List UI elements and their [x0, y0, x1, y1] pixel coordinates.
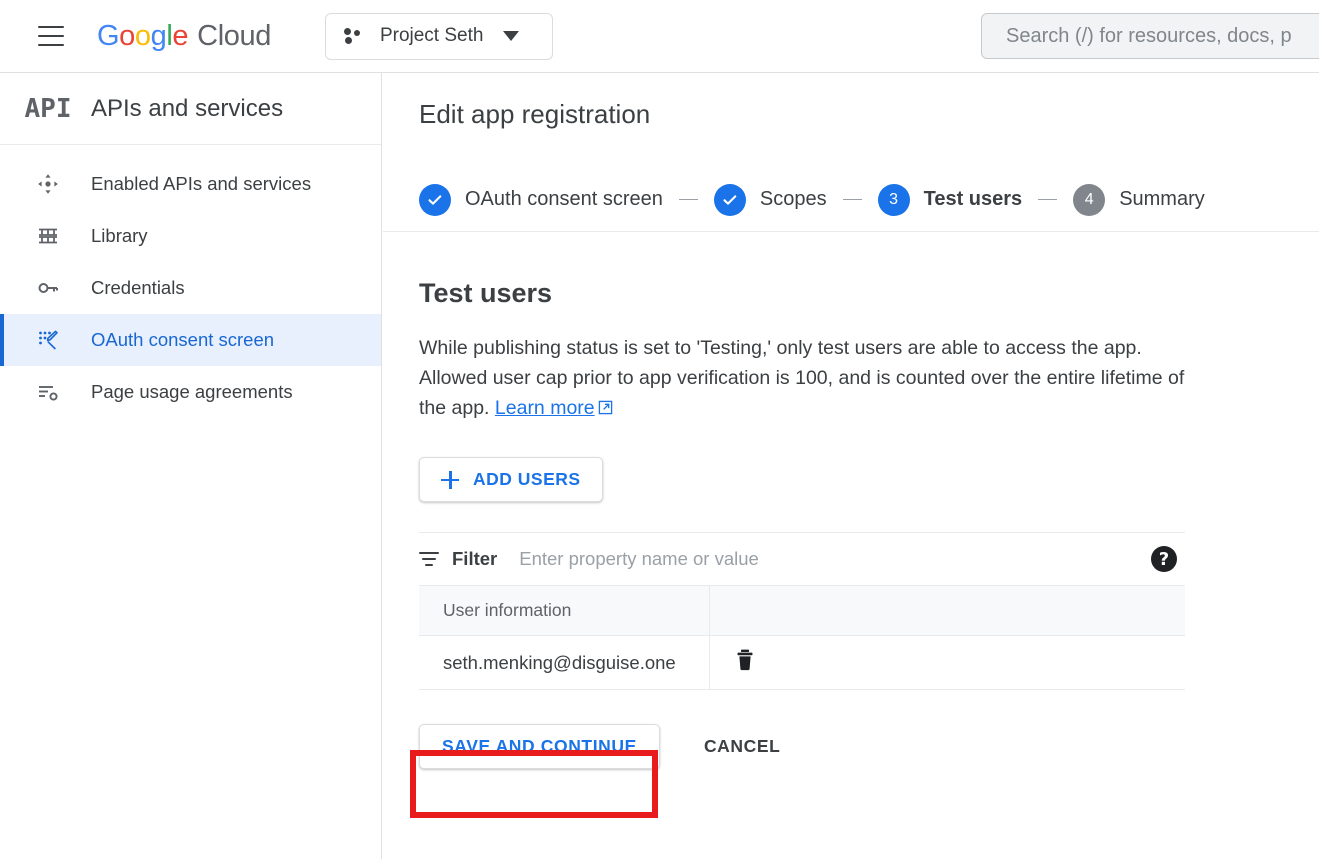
wizard-stepper: OAuth consent screen Scopes 3 Test users…: [383, 168, 1319, 232]
chevron-down-icon: [503, 31, 519, 41]
cell-user-email: seth.menking@disguise.one: [419, 636, 709, 690]
page-title: Edit app registration: [419, 99, 1319, 130]
help-circle-icon[interactable]: ?: [1151, 546, 1177, 572]
project-selector[interactable]: Project Seth: [325, 13, 553, 60]
hamburger-menu-icon[interactable]: [33, 18, 69, 54]
learn-more-label: Learn more: [495, 397, 595, 419]
google-wordmark: Google: [97, 20, 188, 53]
sidebar-item-credentials[interactable]: Credentials: [0, 262, 381, 314]
cloud-wordmark: Cloud: [197, 20, 271, 53]
step-oauth-consent-screen[interactable]: OAuth consent screen: [419, 184, 663, 216]
sidebar-item-page-usage-agreements[interactable]: Page usage agreements: [0, 366, 381, 418]
filter-input[interactable]: [517, 547, 1151, 571]
page-usage-icon: [17, 380, 79, 404]
sidebar: API APIs and services Enabled APIs and s…: [0, 73, 382, 859]
main-content: Edit app registration OAuth consent scre…: [383, 73, 1319, 859]
key-icon: [17, 276, 79, 300]
section-description: While publishing status is set to 'Testi…: [419, 333, 1189, 424]
top-header-bar: Google Cloud Project Seth: [0, 0, 1319, 73]
step-divider: [1038, 199, 1057, 201]
google-cloud-logo[interactable]: Google Cloud: [97, 20, 271, 53]
step-summary[interactable]: 4 Summary: [1073, 184, 1205, 216]
sidebar-item-label: Page usage agreements: [91, 381, 293, 403]
test-users-table: User information seth.menking@disguise.o…: [419, 585, 1185, 690]
sidebar-item-library[interactable]: Library: [0, 210, 381, 262]
save-and-continue-button[interactable]: SAVE AND CONTINUE: [419, 724, 660, 769]
section-heading: Test users: [419, 278, 1319, 309]
step-label: Test users: [924, 188, 1023, 211]
project-name-label: Project Seth: [380, 25, 484, 47]
cell-row-actions: [709, 636, 1185, 690]
sidebar-title: APIs and services: [91, 95, 283, 123]
filter-icon[interactable]: [419, 548, 441, 570]
dashboard-arrows-icon: [17, 172, 79, 196]
hamburger-line: [38, 26, 64, 29]
add-users-button[interactable]: ADD USERS: [419, 457, 603, 502]
add-users-label: ADD USERS: [473, 469, 581, 490]
step-divider: [843, 199, 862, 201]
sidebar-item-oauth-consent-screen[interactable]: OAuth consent screen: [0, 314, 381, 366]
form-actions: SAVE AND CONTINUE CANCEL: [419, 724, 1319, 769]
step-test-users[interactable]: 3 Test users: [878, 184, 1023, 216]
oauth-consent-icon: [17, 328, 79, 352]
step-label: Summary: [1119, 188, 1205, 211]
api-logo: API: [17, 94, 79, 124]
sidebar-item-label: OAuth consent screen: [91, 329, 274, 351]
search-box[interactable]: [981, 13, 1319, 59]
sidebar-item-label: Credentials: [91, 277, 185, 299]
external-link-icon: [598, 394, 613, 424]
test-users-table-section: Filter ? User information seth.menking@d…: [419, 532, 1185, 690]
sidebar-item-label: Enabled APIs and services: [91, 173, 311, 195]
step-number-badge: 4: [1073, 184, 1105, 216]
search-input[interactable]: [1004, 24, 1319, 49]
sidebar-nav: Enabled APIs and services Library: [0, 145, 381, 418]
content-area: Test users While publishing status is se…: [383, 278, 1319, 769]
project-dots-icon: [344, 26, 364, 46]
step-scopes[interactable]: Scopes: [714, 184, 827, 216]
plus-icon: [441, 471, 459, 489]
step-label: Scopes: [760, 188, 827, 211]
trash-icon[interactable]: [734, 648, 756, 677]
hamburger-line: [38, 35, 64, 38]
hamburger-line: [38, 44, 64, 47]
column-header-user-information: User information: [419, 586, 709, 636]
step-divider: [679, 199, 698, 201]
step-check-icon: [419, 184, 451, 216]
step-check-icon: [714, 184, 746, 216]
sidebar-header: API APIs and services: [0, 73, 381, 145]
column-header-actions: [709, 586, 1185, 636]
learn-more-link[interactable]: Learn more: [495, 397, 613, 419]
table-header-row: User information: [419, 586, 1185, 636]
step-label: OAuth consent screen: [465, 188, 663, 211]
filter-label: Filter: [452, 548, 497, 570]
cancel-button[interactable]: CANCEL: [694, 724, 791, 769]
library-icon: [17, 224, 79, 248]
filter-bar: Filter ?: [419, 532, 1185, 585]
sidebar-item-label: Library: [91, 225, 148, 247]
step-number-badge: 3: [878, 184, 910, 216]
table-row: seth.menking@disguise.one: [419, 636, 1185, 690]
sidebar-item-enabled-apis[interactable]: Enabled APIs and services: [0, 158, 381, 210]
